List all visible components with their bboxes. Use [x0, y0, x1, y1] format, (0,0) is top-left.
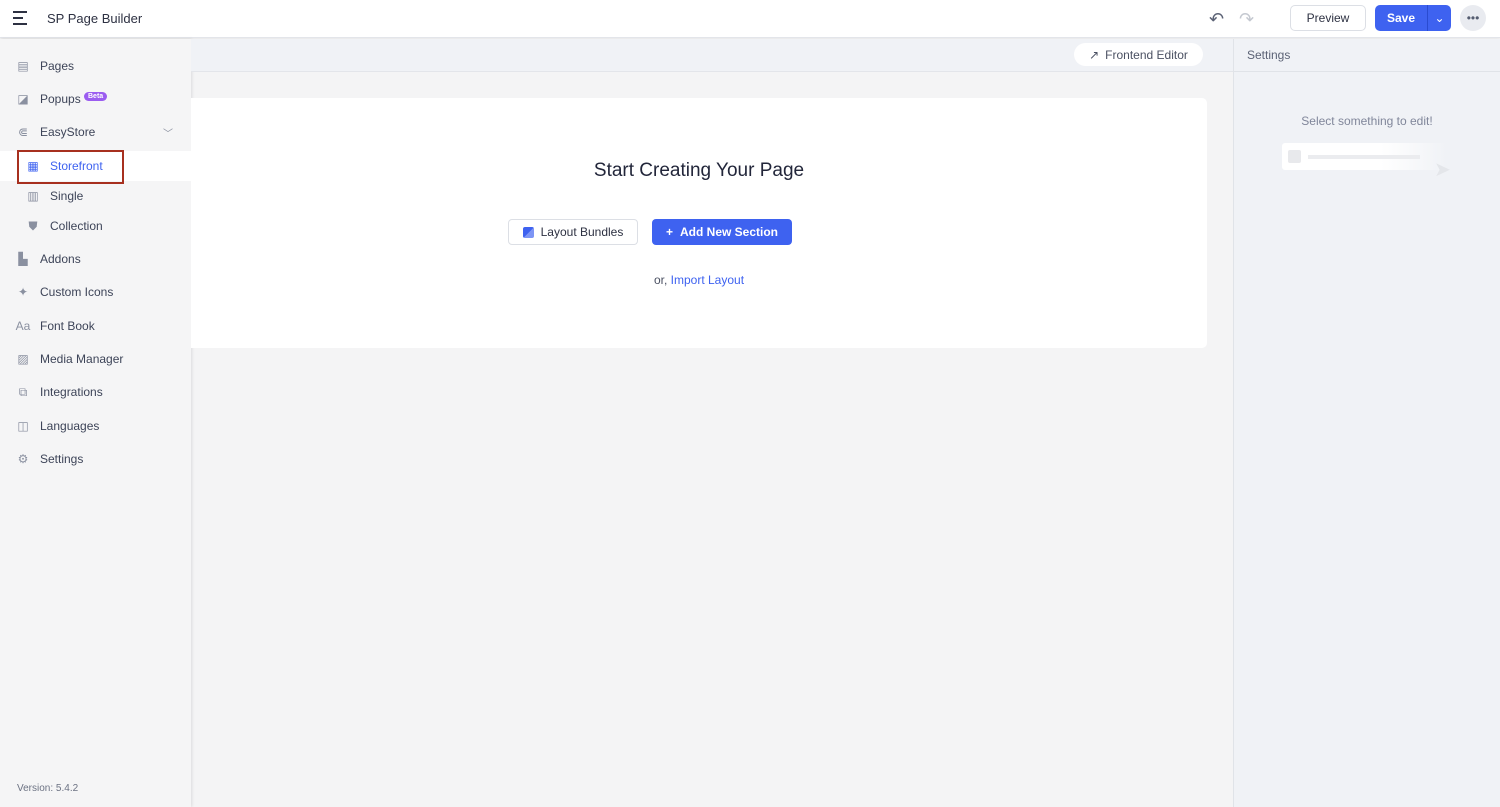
- sidebar: ▤ Pages ◪ Popups Beta ⋐ EasyStore ﹀ ▦ Storefro…: [0, 39, 191, 807]
- more-options-icon[interactable]: •••: [1460, 5, 1486, 31]
- highlight-box: [17, 150, 124, 184]
- font-book-icon: Aa: [15, 319, 31, 333]
- sidebar-item-label: Media Manager: [40, 352, 124, 366]
- sidebar-item-collection[interactable]: ⛊ Collection: [0, 211, 191, 241]
- cursor-icon: ➤: [1434, 159, 1451, 181]
- layout-bundles-button[interactable]: Layout Bundles: [508, 219, 638, 245]
- sidebar-item-label: Popups: [40, 92, 81, 106]
- sidebar-item-label: Languages: [40, 419, 100, 433]
- collection-icon: ⛊: [28, 218, 38, 233]
- layout-bundles-icon: [522, 226, 534, 238]
- empty-settings-text: Select something to edit!: [1301, 114, 1433, 128]
- settings-title: Settings: [1234, 39, 1500, 72]
- add-new-section-button[interactable]: + Add New Section: [652, 219, 792, 245]
- version-label: Version: 5.4.2: [17, 783, 79, 794]
- sidebar-item-label: EasyStore: [40, 125, 96, 139]
- plus-icon: +: [665, 225, 673, 239]
- chevron-down-icon: ﹀: [163, 128, 173, 140]
- sidebar-item-single[interactable]: ▥ Single: [0, 181, 191, 211]
- media-manager-icon: ▨: [17, 352, 29, 366]
- integrations-icon: ⧉: [18, 384, 28, 399]
- sidebar-item-label: Font Book: [40, 319, 95, 333]
- sidebar-item-label: Integrations: [40, 385, 103, 399]
- sidebar-item-custom-icons[interactable]: ✦ Custom Icons: [0, 277, 191, 307]
- easystore-icon: ⋐: [17, 125, 29, 139]
- redo-icon[interactable]: ↷: [1239, 9, 1254, 30]
- add-section-label: Add New Section: [680, 225, 779, 239]
- sidebar-item-addons[interactable]: ▙ Addons: [0, 244, 191, 274]
- sidebar-item-font-book[interactable]: Aa Font Book: [0, 311, 191, 341]
- sidebar-item-label: Addons: [40, 252, 81, 266]
- sidebar-item-integrations[interactable]: ⧉ Integrations: [0, 377, 191, 407]
- sidebar-item-pages[interactable]: ▤ Pages: [0, 51, 191, 81]
- sidebar-item-settings[interactable]: ⚙ Settings: [0, 444, 191, 474]
- sidebar-item-media-manager[interactable]: ▨ Media Manager: [0, 344, 191, 374]
- sidebar-item-label: Custom Icons: [40, 285, 114, 299]
- layout-bundles-label: Layout Bundles: [540, 225, 624, 239]
- empty-page-card: Start Creating Your Page Layout Bundles …: [191, 98, 1207, 348]
- page-heading: Start Creating Your Page: [593, 160, 805, 181]
- custom-icons-icon: ✦: [17, 285, 29, 299]
- import-layout-line: or, Import Layout: [191, 273, 1207, 287]
- beta-badge: Beta: [84, 92, 108, 101]
- sidebar-item-label: Settings: [40, 452, 84, 466]
- top-bar: SP Page Builder ↶ ↷ Preview Save ⌄ •••: [0, 0, 1500, 38]
- sidebar-item-label: Pages: [40, 59, 75, 73]
- gear-icon: ⚙: [17, 452, 29, 466]
- undo-icon[interactable]: ↶: [1209, 9, 1224, 30]
- languages-icon: ◫: [17, 419, 29, 433]
- sidebar-item-label: Collection: [50, 219, 103, 233]
- settings-panel: Settings Select something to edit! ➤: [1233, 39, 1500, 807]
- popups-icon: ◪: [17, 92, 29, 106]
- frontend-editor-button[interactable]: ↗ Frontend Editor: [1074, 43, 1203, 66]
- external-link-icon: ↗: [1089, 47, 1100, 62]
- pages-icon: ▤: [17, 59, 29, 73]
- addons-icon: ▙: [18, 252, 28, 266]
- single-icon: ▥: [27, 189, 39, 203]
- placeholder-illustration: [1282, 143, 1447, 170]
- app-title: SP Page Builder: [47, 11, 143, 26]
- or-text: or,: [653, 273, 668, 287]
- import-layout-link[interactable]: Import Layout: [671, 273, 744, 287]
- save-button[interactable]: Save: [1375, 5, 1427, 31]
- menu-icon[interactable]: [13, 11, 27, 25]
- sidebar-item-easystore[interactable]: ⋐ EasyStore ﹀: [0, 117, 191, 147]
- sidebar-item-languages[interactable]: ◫ Languages: [0, 411, 191, 441]
- sidebar-item-popups[interactable]: ◪ Popups Beta: [0, 84, 191, 114]
- chevron-down-icon[interactable]: ⌄: [1427, 5, 1451, 31]
- sidebar-item-label: Single: [50, 189, 84, 203]
- preview-button[interactable]: Preview: [1290, 5, 1366, 31]
- frontend-editor-label: Frontend Editor: [1105, 47, 1188, 62]
- save-button-group: Save ⌄: [1375, 5, 1451, 31]
